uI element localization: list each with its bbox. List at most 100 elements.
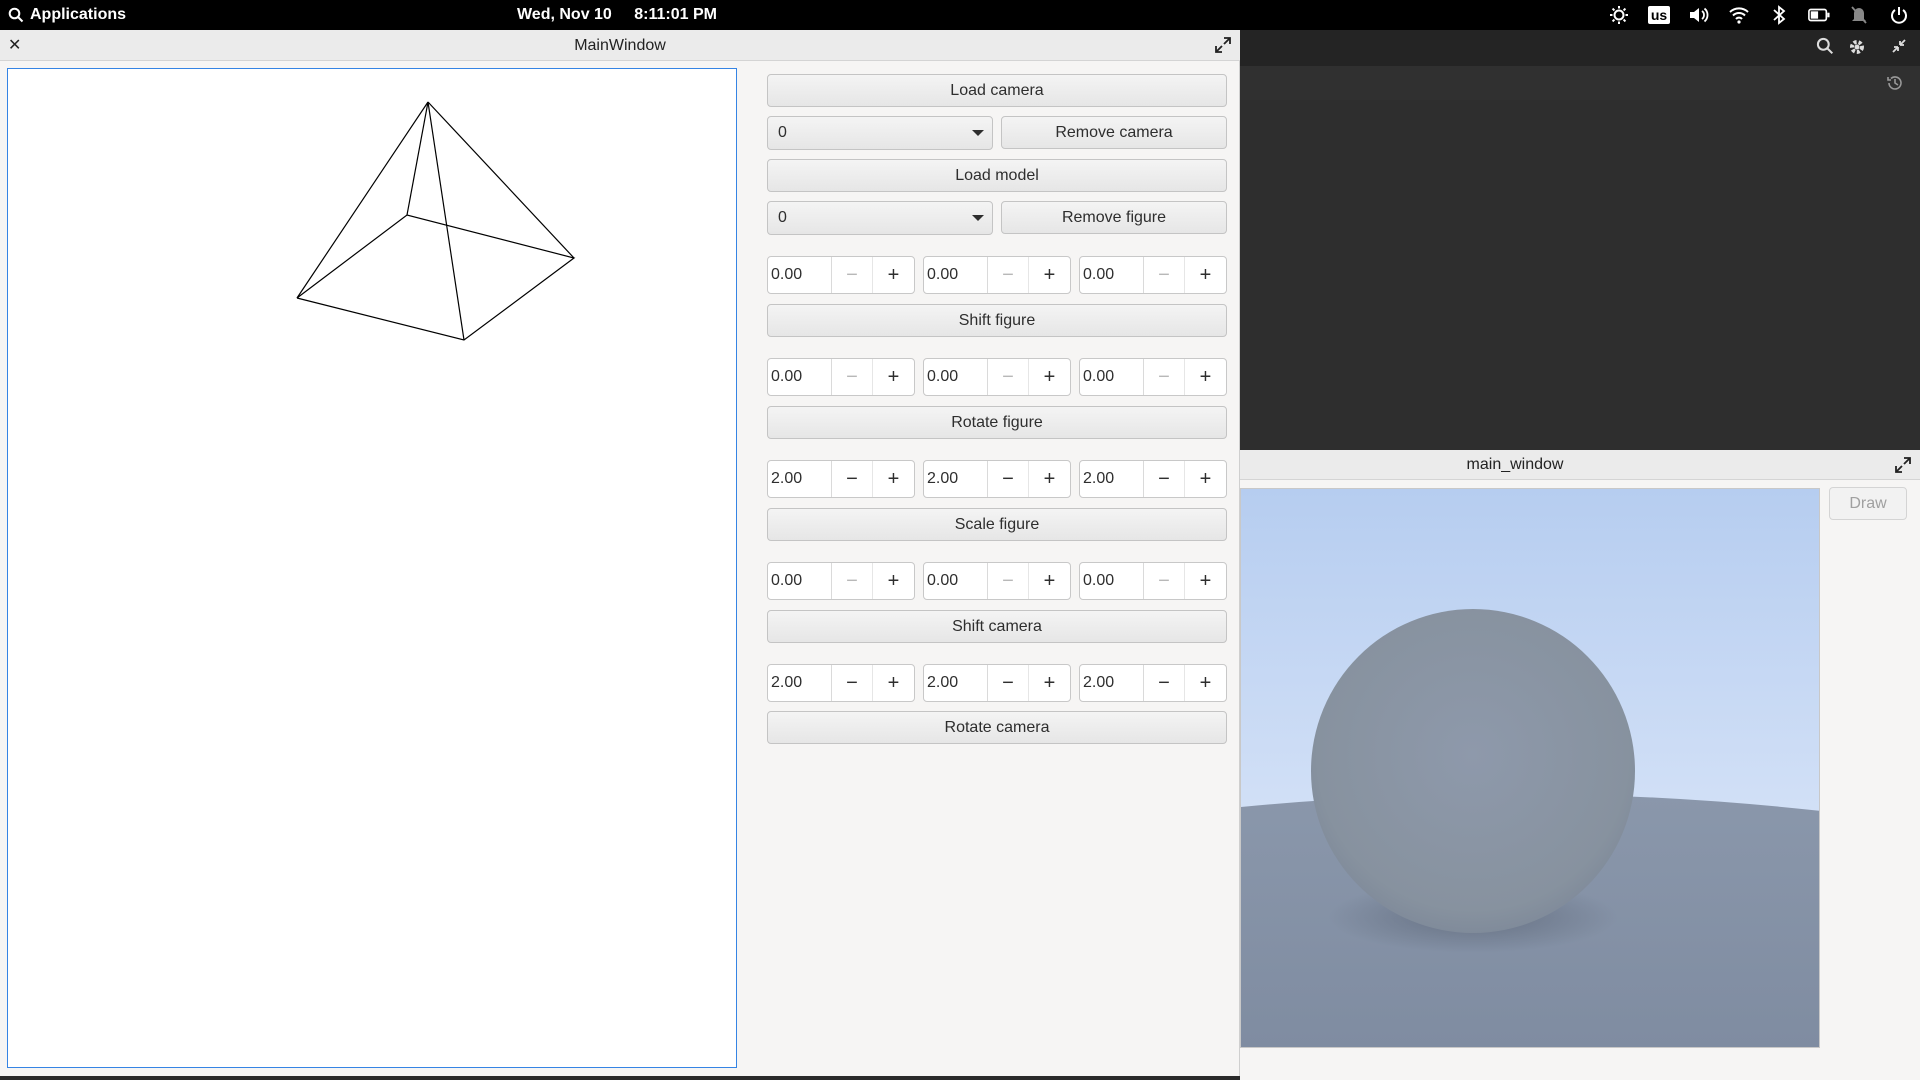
render-window-titlebar[interactable]: main_window xyxy=(1240,450,1920,480)
pyramid-wireframe xyxy=(296,101,576,341)
shift-camera-y-spinbox[interactable]: 0.00 − + xyxy=(923,562,1071,600)
increment-button[interactable]: + xyxy=(1185,461,1226,497)
increment-button[interactable]: + xyxy=(1029,461,1070,497)
rotate-figure-button[interactable]: Rotate figure xyxy=(767,406,1227,439)
increment-button[interactable]: + xyxy=(1185,359,1226,395)
decrement-button[interactable]: − xyxy=(1144,359,1185,395)
rotate-camera-z-spinbox[interactable]: 2.00 − + xyxy=(1079,664,1227,702)
decrement-button[interactable]: − xyxy=(1144,461,1185,497)
decrement-button[interactable]: − xyxy=(832,665,873,701)
restore-icon[interactable] xyxy=(1888,37,1910,59)
camera-select-value: 0 xyxy=(778,124,787,141)
rotate-camera-button[interactable]: Rotate camera xyxy=(767,711,1227,744)
wifi-icon[interactable] xyxy=(1728,4,1750,26)
increment-button[interactable]: + xyxy=(873,257,914,293)
gear-icon[interactable] xyxy=(1846,37,1868,59)
brightness-icon[interactable] xyxy=(1608,4,1630,26)
shift-camera-button[interactable]: Shift camera xyxy=(767,610,1227,643)
spinbox-value[interactable]: 0.00 xyxy=(924,359,988,395)
main-window-titlebar[interactable]: ✕ MainWindow xyxy=(0,30,1240,61)
spinbox-value[interactable]: 0.00 xyxy=(924,257,988,293)
shift-figure-y-spinbox[interactable]: 0.00 − + xyxy=(923,256,1071,294)
spinbox-value[interactable]: 0.00 xyxy=(1080,257,1144,293)
decrement-button[interactable]: − xyxy=(832,359,873,395)
figure-select[interactable]: 0 xyxy=(767,201,993,235)
rotate-camera-x-spinbox[interactable]: 2.00 − + xyxy=(767,664,915,702)
decrement-button[interactable]: − xyxy=(832,257,873,293)
scale-figure-x-spinbox[interactable]: 2.00 − + xyxy=(767,460,915,498)
clock[interactable]: Wed, Nov 10 8:11:01 PM xyxy=(0,0,1234,30)
decrement-button[interactable]: − xyxy=(988,563,1029,599)
decrement-button[interactable]: − xyxy=(988,359,1029,395)
rotate-camera-y-spinbox[interactable]: 2.00 − + xyxy=(923,664,1071,702)
increment-button[interactable]: + xyxy=(873,665,914,701)
increment-button[interactable]: + xyxy=(873,563,914,599)
spinbox-value[interactable]: 0.00 xyxy=(768,257,832,293)
rotate-figure-z-spinbox[interactable]: 0.00 − + xyxy=(1079,358,1227,396)
spinbox-value[interactable]: 2.00 xyxy=(924,461,988,497)
figure-select-value: 0 xyxy=(778,209,787,226)
camera-select[interactable]: 0 xyxy=(767,116,993,150)
spinbox-value[interactable]: 0.00 xyxy=(1080,359,1144,395)
render-window-title: main_window xyxy=(1466,456,1564,473)
spinbox-value[interactable]: 0.00 xyxy=(1080,563,1144,599)
render-window: main_window Draw xyxy=(1240,450,1920,1080)
increment-button[interactable]: + xyxy=(1185,257,1226,293)
decrement-button[interactable]: − xyxy=(988,257,1029,293)
decrement-button[interactable]: − xyxy=(988,665,1029,701)
increment-button[interactable]: + xyxy=(1029,563,1070,599)
shift-figure-button[interactable]: Shift figure xyxy=(767,304,1227,337)
rotate-figure-y-spinbox[interactable]: 0.00 − + xyxy=(923,358,1071,396)
spinbox-value[interactable]: 0.00 xyxy=(768,359,832,395)
top-bar: Applications Wed, Nov 10 8:11:01 PM us xyxy=(0,0,1920,30)
notifications-off-icon[interactable] xyxy=(1848,4,1870,26)
decrement-button[interactable]: − xyxy=(832,461,873,497)
volume-icon[interactable] xyxy=(1688,4,1710,26)
increment-button[interactable]: + xyxy=(873,359,914,395)
scale-figure-y-spinbox[interactable]: 2.00 − + xyxy=(923,460,1071,498)
raytraced-render-view xyxy=(1240,488,1820,1048)
scale-figure-z-spinbox[interactable]: 2.00 − + xyxy=(1079,460,1227,498)
increment-button[interactable]: + xyxy=(1185,665,1226,701)
spinbox-value[interactable]: 0.00 xyxy=(924,563,988,599)
load-model-button[interactable]: Load model xyxy=(767,159,1227,192)
time-label: 8:11:01 PM xyxy=(634,6,717,23)
spinbox-value[interactable]: 2.00 xyxy=(768,665,832,701)
rotate-figure-x-spinbox[interactable]: 0.00 − + xyxy=(767,358,915,396)
increment-button[interactable]: + xyxy=(873,461,914,497)
increment-button[interactable]: + xyxy=(1029,359,1070,395)
spinbox-value[interactable]: 2.00 xyxy=(924,665,988,701)
spinbox-value[interactable]: 0.00 xyxy=(768,563,832,599)
keyboard-layout-indicator[interactable]: us xyxy=(1647,4,1671,26)
shift-camera-z-spinbox[interactable]: 0.00 − + xyxy=(1079,562,1227,600)
increment-button[interactable]: + xyxy=(1029,257,1070,293)
wireframe-canvas[interactable] xyxy=(7,68,737,1068)
increment-button[interactable]: + xyxy=(1185,563,1226,599)
decrement-button[interactable]: − xyxy=(988,461,1029,497)
scale-figure-button[interactable]: Scale figure xyxy=(767,508,1227,541)
battery-icon[interactable] xyxy=(1808,4,1830,26)
history-icon[interactable] xyxy=(1886,74,1904,97)
decrement-button[interactable]: − xyxy=(1144,257,1185,293)
remove-camera-button[interactable]: Remove camera xyxy=(1001,116,1227,149)
decrement-button[interactable]: − xyxy=(1144,665,1185,701)
load-camera-button[interactable]: Load camera xyxy=(767,74,1227,107)
chevron-down-icon xyxy=(972,130,984,136)
maximize-icon[interactable] xyxy=(1894,456,1912,474)
spinbox-value[interactable]: 2.00 xyxy=(1080,461,1144,497)
shift-camera-x-spinbox[interactable]: 0.00 − + xyxy=(767,562,915,600)
decrement-button[interactable]: − xyxy=(832,563,873,599)
main-window: ✕ MainWindow Load camera 0 Remove camera… xyxy=(0,30,1240,1076)
increment-button[interactable]: + xyxy=(1029,665,1070,701)
decrement-button[interactable]: − xyxy=(1144,563,1185,599)
shift-figure-x-spinbox[interactable]: 0.00 − + xyxy=(767,256,915,294)
shift-figure-z-spinbox[interactable]: 0.00 − + xyxy=(1079,256,1227,294)
search-icon[interactable] xyxy=(1814,37,1836,59)
bluetooth-icon[interactable] xyxy=(1768,4,1790,26)
spinbox-value[interactable]: 2.00 xyxy=(1080,665,1144,701)
power-icon[interactable] xyxy=(1888,4,1910,26)
remove-figure-button[interactable]: Remove figure xyxy=(1001,201,1227,234)
spinbox-value[interactable]: 2.00 xyxy=(768,461,832,497)
maximize-icon[interactable] xyxy=(1214,36,1232,54)
draw-button[interactable]: Draw xyxy=(1829,487,1907,520)
